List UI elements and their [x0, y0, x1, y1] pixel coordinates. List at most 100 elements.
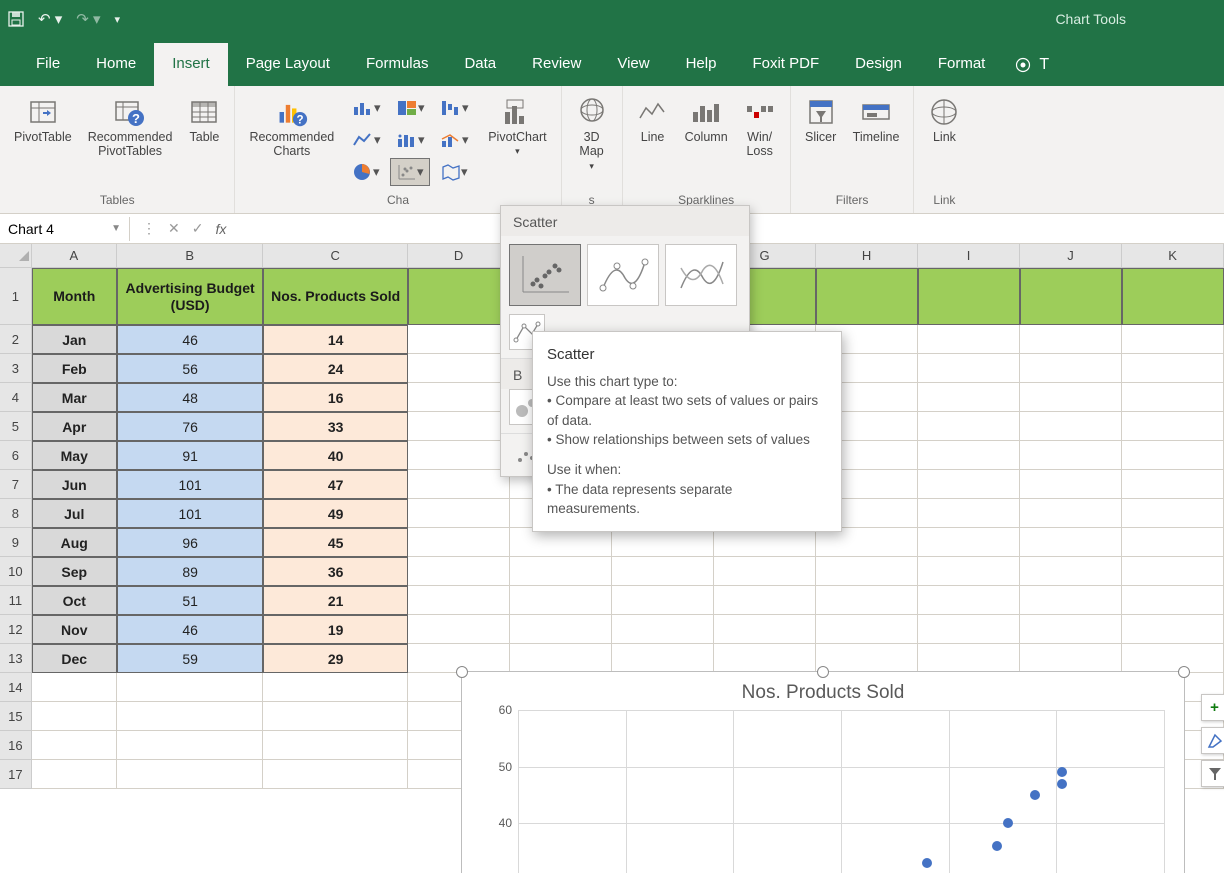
cell[interactable]: [1122, 470, 1224, 499]
table-cell[interactable]: 101: [117, 470, 264, 499]
row-header[interactable]: 11: [0, 586, 32, 615]
tab-page-layout[interactable]: Page Layout: [228, 43, 348, 86]
recommended-pivottables-button[interactable]: ? Recommended PivotTables: [84, 94, 177, 161]
row-header[interactable]: 14: [0, 673, 32, 702]
cell[interactable]: [612, 586, 714, 615]
table-button[interactable]: Table: [184, 94, 224, 146]
chart-plot-area[interactable]: 0102030405060020406080100120: [518, 710, 1164, 873]
cell[interactable]: [816, 557, 918, 586]
cell[interactable]: [918, 615, 1020, 644]
tab-review[interactable]: Review: [514, 43, 599, 86]
row-header[interactable]: 3: [0, 354, 32, 383]
cell[interactable]: [1020, 441, 1122, 470]
cell[interactable]: [714, 528, 816, 557]
cell[interactable]: [918, 441, 1020, 470]
save-icon[interactable]: [8, 11, 24, 27]
table-cell[interactable]: Jan: [32, 325, 117, 354]
cell[interactable]: [263, 702, 408, 731]
table-cell[interactable]: 19: [263, 615, 408, 644]
link-button[interactable]: Link: [924, 94, 964, 146]
cell[interactable]: [1020, 354, 1122, 383]
row-header[interactable]: 1: [0, 268, 32, 325]
timeline-button[interactable]: Timeline: [849, 94, 904, 146]
cell[interactable]: [32, 673, 117, 702]
cell[interactable]: [714, 615, 816, 644]
scatter-option-smooth[interactable]: [665, 244, 737, 306]
cell[interactable]: [1020, 499, 1122, 528]
chart-data-point[interactable]: [1030, 790, 1040, 800]
cell[interactable]: [918, 499, 1020, 528]
cell[interactable]: [918, 528, 1020, 557]
cell[interactable]: [816, 644, 918, 673]
chevron-down-icon[interactable]: ▼: [111, 223, 121, 234]
cell[interactable]: [918, 644, 1020, 673]
cell[interactable]: [1122, 325, 1224, 354]
chart-styles-button[interactable]: [1201, 727, 1224, 754]
select-all-corner[interactable]: [0, 244, 32, 268]
cell[interactable]: [1020, 557, 1122, 586]
pivottable-button[interactable]: PivotTable: [10, 94, 76, 146]
sparkline-column-button[interactable]: Column: [681, 94, 732, 146]
table-cell[interactable]: 56: [117, 354, 264, 383]
cell[interactable]: [117, 760, 264, 789]
chart-elements-button[interactable]: +: [1201, 694, 1224, 721]
table-header-cell[interactable]: Nos. Products Sold: [263, 268, 408, 325]
table-cell[interactable]: 49: [263, 499, 408, 528]
column-header[interactable]: J: [1020, 244, 1122, 268]
row-header[interactable]: 8: [0, 499, 32, 528]
column-header[interactable]: I: [918, 244, 1020, 268]
table-cell[interactable]: May: [32, 441, 117, 470]
slicer-button[interactable]: Slicer: [801, 94, 841, 146]
table-cell[interactable]: 16: [263, 383, 408, 412]
tab-formulas[interactable]: Formulas: [348, 43, 447, 86]
combo-chart-button[interactable]: ▾: [434, 126, 474, 154]
cell[interactable]: [408, 383, 510, 412]
cell[interactable]: [408, 586, 510, 615]
table-cell[interactable]: Feb: [32, 354, 117, 383]
cell[interactable]: [1122, 383, 1224, 412]
cell[interactable]: [408, 412, 510, 441]
tab-view[interactable]: View: [599, 43, 667, 86]
row-header[interactable]: 17: [0, 760, 32, 789]
cell[interactable]: [1122, 268, 1224, 325]
cell[interactable]: [408, 470, 510, 499]
cell[interactable]: [1122, 557, 1224, 586]
table-cell[interactable]: 46: [117, 325, 264, 354]
3d-map-button[interactable]: 3D Map▾: [572, 94, 612, 173]
column-header[interactable]: B: [117, 244, 264, 268]
table-cell[interactable]: 89: [117, 557, 264, 586]
map-chart-button[interactable]: ▾: [434, 158, 474, 186]
table-cell[interactable]: 59: [117, 644, 264, 673]
cell[interactable]: [408, 441, 510, 470]
cell[interactable]: [1020, 325, 1122, 354]
cell[interactable]: [714, 586, 816, 615]
tell-me-icon[interactable]: T: [1015, 56, 1049, 86]
cell[interactable]: [1020, 268, 1122, 325]
cell[interactable]: [714, 644, 816, 673]
cell[interactable]: [714, 557, 816, 586]
table-cell[interactable]: 21: [263, 586, 408, 615]
cell[interactable]: [1020, 412, 1122, 441]
scatter-option-plain[interactable]: [509, 244, 581, 306]
row-header[interactable]: 2: [0, 325, 32, 354]
table-cell[interactable]: 14: [263, 325, 408, 354]
enter-icon[interactable]: ✓: [192, 220, 204, 237]
table-cell[interactable]: 101: [117, 499, 264, 528]
tab-data[interactable]: Data: [446, 43, 514, 86]
row-header[interactable]: 7: [0, 470, 32, 499]
table-cell[interactable]: 24: [263, 354, 408, 383]
column-header[interactable]: A: [32, 244, 117, 268]
row-header[interactable]: 15: [0, 702, 32, 731]
table-cell[interactable]: Oct: [32, 586, 117, 615]
resize-handle[interactable]: [817, 666, 829, 678]
cell[interactable]: [32, 702, 117, 731]
hierarchy-chart-button[interactable]: ▾: [390, 94, 430, 122]
table-cell[interactable]: Sep: [32, 557, 117, 586]
cell[interactable]: [918, 586, 1020, 615]
cell[interactable]: [32, 731, 117, 760]
cell[interactable]: [1020, 470, 1122, 499]
row-header[interactable]: 9: [0, 528, 32, 557]
cell[interactable]: [408, 325, 510, 354]
column-header[interactable]: C: [263, 244, 408, 268]
embedded-chart[interactable]: Nos. Products Sold 010203040506002040608…: [461, 671, 1185, 873]
